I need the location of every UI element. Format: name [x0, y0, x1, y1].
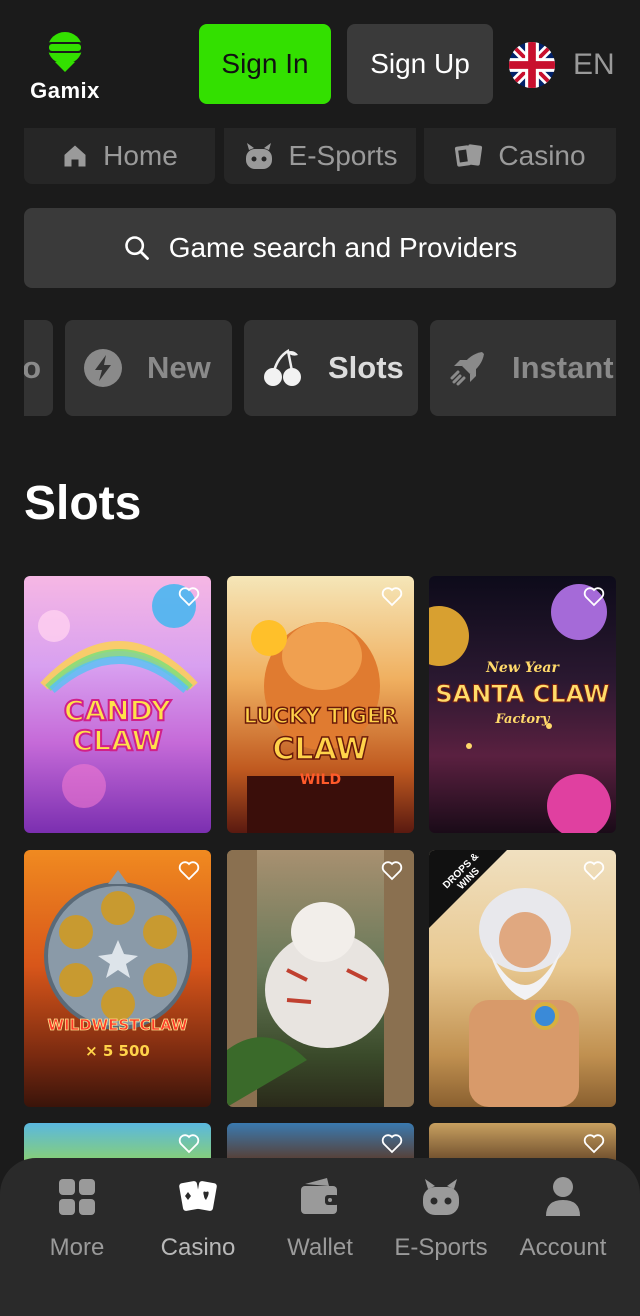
- gamix-logo[interactable]: Gamix: [24, 28, 106, 104]
- white-tiger-art: [227, 850, 414, 1107]
- chip-new-label: New: [147, 350, 211, 385]
- logo-helmet-icon: [46, 32, 84, 72]
- cards-icon: [455, 144, 483, 167]
- candy-claw-title-1: CANDY: [63, 693, 172, 728]
- chip-slots-label: Slots: [328, 350, 404, 385]
- language-code: EN: [573, 48, 615, 81]
- rocket-icon: [450, 352, 484, 386]
- gamepad-icon: [245, 143, 272, 169]
- gamepad-icon: [423, 1179, 459, 1215]
- favorite-heart-icon[interactable]: [177, 584, 201, 608]
- bottomnav-account[interactable]: Account: [501, 1174, 625, 1274]
- bottomnav-wallet-label: Wallet: [287, 1234, 353, 1261]
- favorite-heart-icon[interactable]: [380, 858, 404, 882]
- lucky-tiger-title-2: CLAW: [272, 731, 370, 768]
- santa-claw-title-1: New Year: [486, 660, 559, 676]
- top-nav: Home E-Sports Casino: [24, 128, 616, 184]
- header: Gamix Sign In Sign Up EN: [0, 0, 640, 128]
- lightning-icon: [84, 349, 122, 387]
- cards-icon: [179, 1181, 217, 1211]
- bottomnav-casino-label: Casino: [160, 1234, 236, 1261]
- grid-icon: [59, 1179, 95, 1215]
- favorite-heart-icon[interactable]: [177, 1131, 201, 1155]
- wild-west-claw-title: WILDWESTCLAW: [47, 1016, 188, 1035]
- bottom-nav: More Casino Wallet E-Sports Account: [0, 1158, 640, 1316]
- game-tile-lucky-tiger-claw[interactable]: LUCKY TIGER CLAW WILD: [227, 576, 414, 833]
- user-icon: [546, 1177, 580, 1216]
- chip-slots[interactable]: Slots: [244, 320, 418, 416]
- game-tile-row3-2[interactable]: [227, 1123, 414, 1163]
- topnav-home-label: Home: [103, 140, 178, 171]
- favorite-heart-icon[interactable]: [582, 584, 606, 608]
- cherries-icon: [264, 349, 301, 386]
- uk-flag-icon: [509, 42, 555, 88]
- bottomnav-esports-label: E-Sports: [394, 1234, 488, 1261]
- chip-instant[interactable]: Instant: [430, 320, 616, 416]
- wallet-icon: [301, 1178, 339, 1214]
- sign-in-button[interactable]: Sign In: [199, 24, 331, 104]
- chip-new[interactable]: New: [65, 320, 232, 416]
- bottomnav-esports[interactable]: E-Sports: [379, 1174, 503, 1274]
- santa-claw-subtitle: Factory: [495, 712, 550, 727]
- logo-text: Gamix: [30, 78, 100, 103]
- bottomnav-more[interactable]: More: [15, 1174, 139, 1274]
- sign-up-button[interactable]: Sign Up: [347, 24, 493, 104]
- candy-claw-title-2: CLAW: [72, 723, 164, 758]
- lucky-tiger-title-1: LUCKY TIGER: [243, 703, 398, 729]
- topnav-casino-label: Casino: [498, 140, 586, 171]
- game-tile-zeus[interactable]: DROPS & WINS: [429, 850, 616, 1107]
- topnav-home[interactable]: Home: [24, 128, 215, 184]
- bottomnav-casino[interactable]: Casino: [136, 1174, 260, 1274]
- home-icon: [64, 145, 86, 167]
- topnav-esports[interactable]: E-Sports: [224, 128, 416, 184]
- language-selector[interactable]: EN: [509, 42, 619, 88]
- game-tile-santa-claw[interactable]: New Year SANTA CLAW Factory: [429, 576, 616, 833]
- bottomnav-account-label: Account: [519, 1234, 607, 1261]
- revolver-cylinder-art: [44, 870, 192, 1030]
- bottomnav-wallet[interactable]: Wallet: [258, 1174, 382, 1274]
- game-tile-white-tiger[interactable]: [227, 850, 414, 1107]
- chip-instant-label: Instant: [512, 350, 614, 385]
- game-search-button[interactable]: Game search and Providers: [24, 208, 616, 288]
- chip-partial-label: o: [24, 350, 41, 385]
- game-tile-row3-1[interactable]: [24, 1123, 211, 1163]
- game-tile-candy-claw[interactable]: CANDY CLAW: [24, 576, 211, 833]
- bottomnav-more-label: More: [49, 1234, 105, 1261]
- wild-west-claw-multiplier: × 5 500: [85, 1042, 150, 1060]
- favorite-heart-icon[interactable]: [582, 858, 606, 882]
- chip-partial[interactable]: o: [24, 320, 53, 416]
- category-chips: o New Slots Instant: [24, 320, 616, 416]
- game-tile-wild-west-claw[interactable]: WILDWESTCLAW × 5 500: [24, 850, 211, 1107]
- search-icon: [124, 236, 149, 260]
- favorite-heart-icon[interactable]: [380, 584, 404, 608]
- topnav-esports-label: E-Sports: [288, 140, 398, 171]
- lucky-tiger-tag: WILD: [299, 772, 342, 788]
- search-label: Game search and Providers: [168, 232, 518, 263]
- topnav-casino[interactable]: Casino: [424, 128, 616, 184]
- favorite-heart-icon[interactable]: [582, 1131, 606, 1155]
- section-title: Slots: [24, 477, 142, 530]
- favorite-heart-icon[interactable]: [380, 1131, 404, 1155]
- favorite-heart-icon[interactable]: [177, 858, 201, 882]
- game-tile-row3-3[interactable]: [429, 1123, 616, 1163]
- santa-claw-title-2: SANTA CLAW: [435, 680, 610, 709]
